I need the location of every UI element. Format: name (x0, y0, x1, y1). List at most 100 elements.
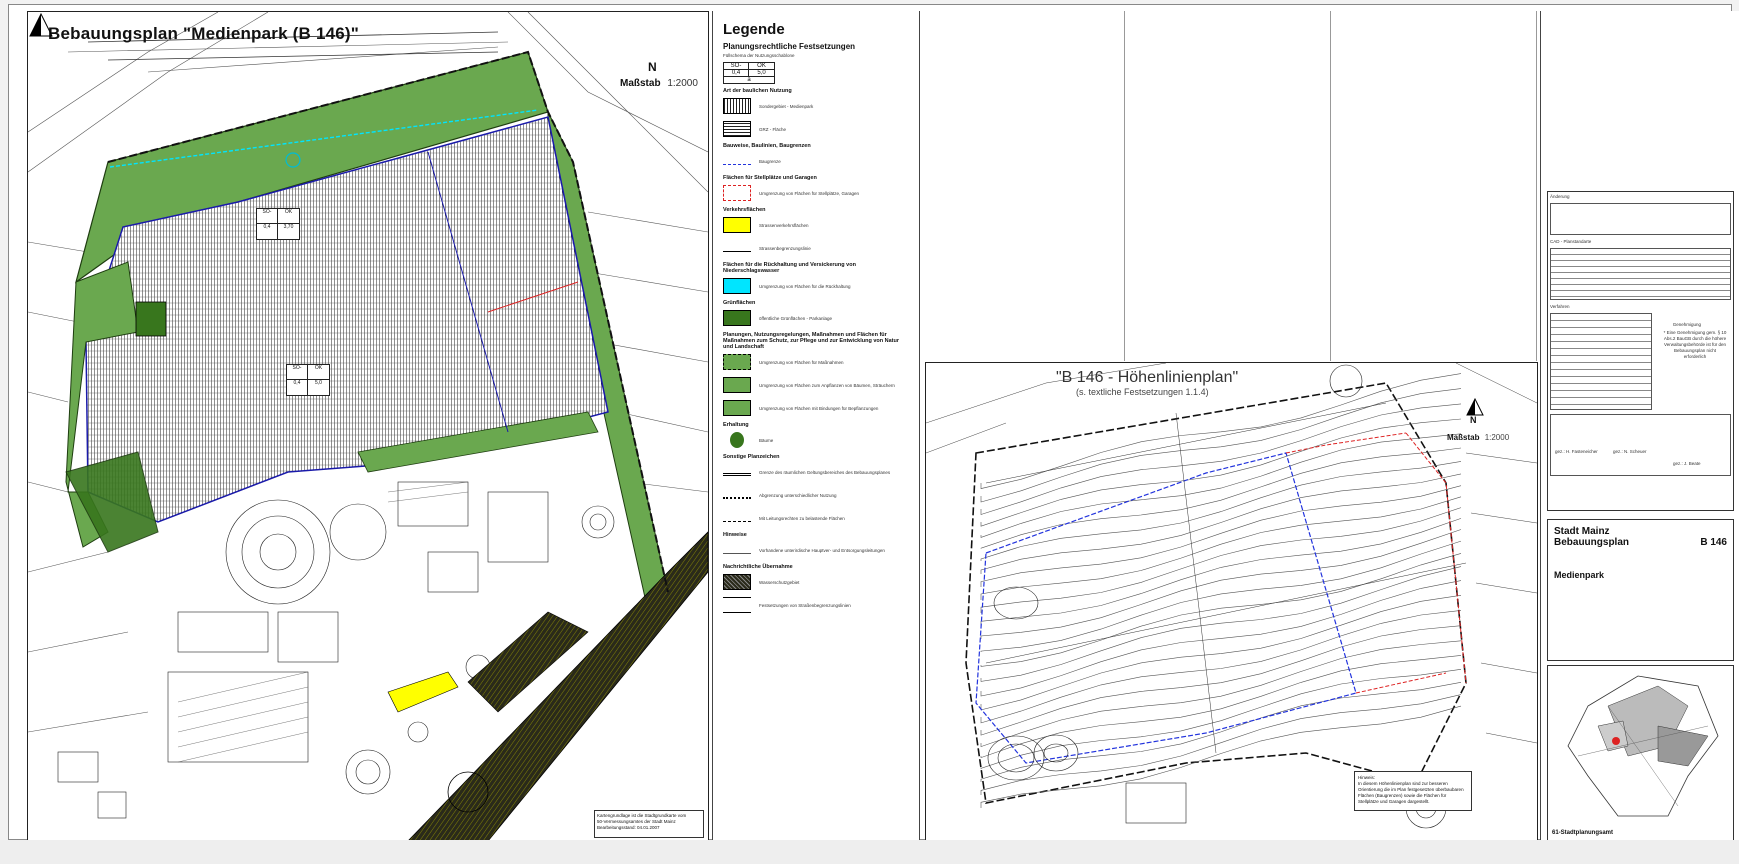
matrix-cell: 5,0 (749, 70, 774, 77)
legend-item-text: Umgrenzung von Flächen für Stellplätze, … (759, 190, 860, 196)
legend-item: Wasserschutzgebiet (723, 573, 909, 591)
hinweis-text: In diesem Höhenlinienplan sind zur besse… (1358, 781, 1464, 804)
contour-line (980, 640, 1462, 748)
stamp-line3: Bearbeitungsstand: 04.01.2007 (597, 825, 660, 830)
department-name: 61-Stadtplanungsamt (1552, 830, 1614, 836)
height-scale-label: Maßstab (1447, 433, 1480, 442)
legend-item-text: Vorhandene unterirdische Hauptver- und E… (759, 547, 885, 553)
legend-item-text: Umgrenzung von Flächen mit Bindungen für… (759, 405, 879, 411)
matrix-cell: 0,4 (724, 70, 749, 77)
usage-ok-label: OK (308, 365, 329, 380)
legend-item-text: Wasserschutzgebiet (759, 579, 800, 585)
legend-item: Umgrenzung von Flächen für die Rückhaltu… (723, 277, 909, 295)
contour-line (980, 669, 1462, 769)
legend-item: öffentliche Grünflächen - Parkanlage (723, 309, 909, 327)
legend-item: Strassenverkehrsflächen (723, 216, 909, 234)
legend-symbol (723, 354, 751, 370)
legend-items: Art der baulichen Nutzung Sondergebiet - … (713, 88, 919, 614)
legend-item: Umgrenzung von Flächen für Maßnahmen (723, 353, 909, 371)
cad-title: CAD - Planstandarte (1550, 239, 1592, 244)
legend-item: Bäume (723, 431, 909, 449)
empty-columns (918, 11, 1538, 361)
column-divider (1124, 11, 1125, 361)
city-label: Stadt Mainz (1554, 526, 1610, 537)
legend-item-text: GRZ - Fläche (759, 126, 787, 132)
legend-item-text: Strassenverkehrsflächen (759, 222, 809, 228)
legend-item-text: Strassenbegrenzungslinie (759, 245, 811, 251)
legend-item-text: Umgrenzung von Flächen für die Rückhaltu… (759, 283, 851, 289)
legend-symbol (723, 400, 751, 416)
usage-type: SO- (287, 365, 308, 380)
signature-1: gez.: H. Fasteneicher (1555, 449, 1598, 454)
legend-item-text: Abgrenzung unterschiedlicher Nutzung (759, 492, 837, 498)
legend-item: Baugrenze (723, 152, 909, 170)
approval-note: * Eine Genehmigung gem. § 10 Abs.2 BauGB… (1663, 330, 1727, 359)
legend-item-text: Umgrenzung von Flächen für Maßnahmen (759, 359, 844, 365)
legend-item-text: Umgrenzung von Flächen zum Anpflanzen vo… (759, 382, 895, 388)
usage-grz: 0,4 (287, 380, 308, 395)
verfahren-title: Verfahren (1550, 304, 1570, 309)
matrix-cell: OK (749, 63, 774, 70)
legend-item: Mit Leitungsrechten zu belastende Fläche… (723, 509, 909, 527)
nutzungsschablone-2: SO- OK 0,4 5,0 (286, 364, 330, 396)
height-plan-drawing (926, 363, 1537, 829)
legend-subsection-title: Verkehrsflächen (723, 207, 766, 213)
location-map (1567, 675, 1719, 817)
scale-label: Maßstab 1:2000 (620, 78, 698, 89)
project-name: Medienpark (1554, 570, 1605, 580)
legend-matrix: SO- OK 0,4 5,0 a (723, 62, 775, 84)
usage-ok: 3,70 (283, 224, 294, 230)
main-plan-drawing (28, 12, 708, 841)
legend-subsection-title: Hinweise (723, 532, 747, 538)
legend-item: GRZ - Fläche (723, 120, 909, 138)
contour-line (980, 473, 1462, 574)
legend-symbol (723, 217, 751, 233)
legend-item: Abgrenzung unterschiedlicher Nutzung (723, 486, 909, 504)
changes-box: Änderung CAD - Planstandarte Verfahren G… (1547, 191, 1734, 511)
verfahren-table (1550, 313, 1652, 410)
usage-grz: 0,4 (257, 224, 278, 239)
city-name: Stadt Mainz Bebauungsplan (1554, 526, 1629, 548)
matrix-cell: SO- (724, 63, 749, 70)
legend-symbol (723, 244, 751, 252)
legend-subsection-title: Planungen, Nutzungsregelungen, Maßnahmen… (723, 332, 900, 350)
height-plan-map[interactable]: "B 146 - Höhenlinienplan" (s. textliche … (925, 362, 1538, 842)
legend-symbol (723, 514, 751, 522)
legend-subsection-title: Sonstige Planzeichen (723, 454, 780, 460)
legend-item-text: Bäume (759, 437, 774, 443)
legend-title: Legende (723, 21, 785, 38)
contour-line (980, 507, 1462, 613)
legend-symbol (723, 310, 751, 326)
legend-symbol (723, 98, 751, 114)
cad-table (1550, 248, 1731, 300)
legend-item-text: Mit Leitungsrechten zu belastende Fläche… (759, 515, 845, 521)
legend-item: Umgrenzung von Flächen für Stellplätze, … (723, 184, 909, 202)
contour-line (980, 625, 1462, 736)
legend-symbol (723, 157, 751, 165)
contour-line (980, 388, 1462, 503)
legend-subsection-title: Grünflächen (723, 300, 756, 306)
legend-symbol (723, 121, 751, 137)
height-scale: Maßstab 1:2000 (1447, 433, 1509, 442)
usage-ok-label: OK (278, 209, 299, 224)
main-plan-map[interactable]: Bebauungsplan "Medienpark (B 146)" N Maß… (27, 11, 709, 842)
legend-symbol (730, 432, 744, 448)
column-divider (1536, 11, 1537, 361)
legend-symbol (723, 597, 751, 613)
location-map-box: 61-Stadtplanungsamt (1547, 665, 1734, 841)
contour-line (980, 529, 1462, 639)
main-plan-title: Bebauungsplan "Medienpark (B 146)" (48, 24, 360, 43)
contour-line (980, 518, 1462, 626)
height-plan-subtitle: (s. textliche Festsetzungen 1.1.4) (1076, 387, 1209, 397)
signature-3: gez.: J. Beate (1673, 461, 1701, 466)
signature-2: gez.: N. Scheuer (1613, 449, 1647, 454)
changes-table (1550, 203, 1731, 235)
contour-line (980, 580, 1462, 697)
column-divider (1330, 11, 1331, 361)
map-source-stamp: Kartengrundlage ist die Stadtgrundkarte … (594, 810, 704, 838)
legend-subsection-title: Flächen für Stellplätze und Garagen (723, 175, 817, 181)
legend-symbol (723, 574, 751, 590)
viewer-bottom-strip (0, 840, 1739, 864)
height-plan-title: "B 146 - Höhenlinienplan" (1056, 369, 1239, 386)
usage-ok: 5,0 (315, 380, 322, 386)
